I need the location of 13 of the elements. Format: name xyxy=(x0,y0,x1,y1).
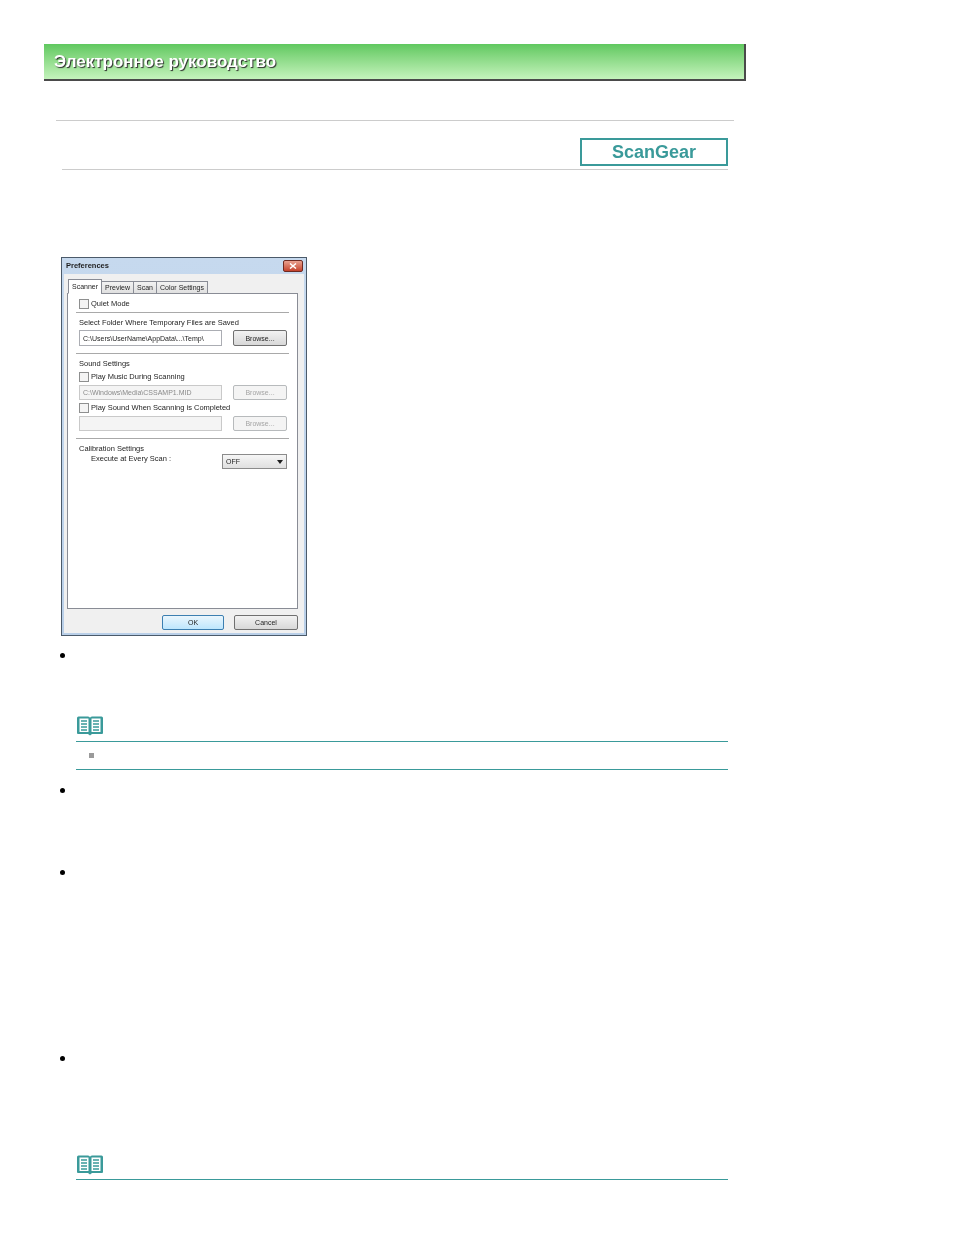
close-button[interactable] xyxy=(283,260,303,272)
checkbox[interactable] xyxy=(79,299,89,309)
book-icon xyxy=(76,1155,104,1175)
close-icon xyxy=(289,263,297,269)
product-label: ScanGear xyxy=(580,138,728,166)
square-bullet-icon xyxy=(89,753,94,758)
bullet-icon xyxy=(60,788,65,793)
bullet-icon xyxy=(60,653,65,658)
header-title: Электронное руководство xyxy=(54,50,277,73)
bullet-icon xyxy=(60,870,65,875)
bullet-icon xyxy=(60,1056,65,1061)
book-icon xyxy=(76,716,104,736)
caret-icon xyxy=(277,459,283,464)
